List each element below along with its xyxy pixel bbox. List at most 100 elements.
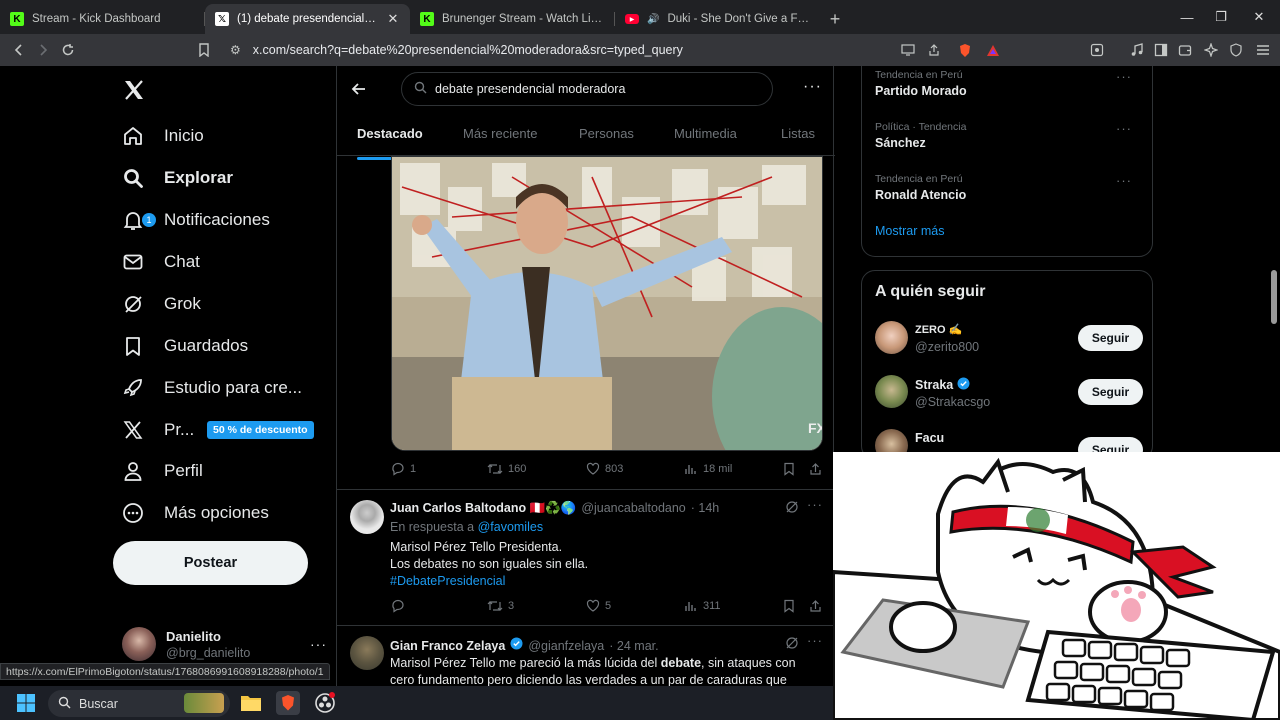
reload-button[interactable] (55, 37, 81, 63)
browser-tab[interactable]: ▶ 🔊 Duki - She Don't Give a FO (ft. Kh (615, 4, 820, 34)
follow-suggestion[interactable]: ZERO ✍️ @zerito800 Seguir (875, 321, 1143, 361)
browser-tab-active[interactable]: 𝕏 (1) debate presendencial moderad ✕ (205, 4, 410, 34)
nav-item-grok[interactable]: Grok (120, 284, 201, 324)
more-icon[interactable]: ··· (807, 497, 823, 512)
bookmark-button[interactable] (783, 599, 795, 613)
nav-item-chat[interactable]: Chat (120, 242, 200, 282)
menu-icon[interactable] (1250, 37, 1276, 63)
avatar[interactable] (350, 500, 384, 534)
leo-ai-icon[interactable] (1198, 37, 1224, 63)
more-icon[interactable]: ··· (803, 78, 822, 96)
close-tab-icon[interactable]: ✕ (386, 11, 400, 27)
x-logo-icon[interactable] (122, 78, 146, 107)
follow-button[interactable]: Seguir (1078, 325, 1143, 351)
close-window-button[interactable]: ✕ (1236, 0, 1280, 34)
tab-personas[interactable]: Personas (579, 126, 634, 141)
trend-item[interactable]: Tendencia en Perú Ronald Atencio ··· (875, 173, 1140, 202)
url-text[interactable]: x.com/search?q=debate%20presendencial%20… (253, 43, 683, 57)
nav-item-estudio[interactable]: Estudio para cre... (120, 368, 302, 408)
file-explorer-icon[interactable] (240, 693, 262, 718)
follow-suggestion[interactable]: Straka @Strakacsgo Seguir (875, 375, 1143, 415)
avatar[interactable] (350, 636, 384, 670)
media-icon[interactable] (1124, 37, 1150, 63)
share-icon[interactable] (921, 37, 947, 63)
avatar[interactable] (875, 375, 908, 408)
search-input[interactable]: debate presendencial moderadora (401, 72, 773, 106)
share-button[interactable] (809, 462, 822, 476)
account-name[interactable]: Straka (915, 378, 953, 392)
more-icon[interactable]: ··· (310, 636, 327, 652)
tab-mas-reciente[interactable]: Más reciente (463, 126, 537, 141)
author-handle[interactable]: @juancabaltodano (581, 501, 685, 516)
like-button[interactable]: 5 (586, 599, 611, 613)
account-handle[interactable]: @Strakacsgo (915, 395, 990, 409)
follow-button[interactable]: Seguir (1078, 379, 1143, 405)
share-button[interactable] (809, 599, 822, 613)
account-name[interactable]: ZERO ✍️ (915, 323, 962, 336)
reply-to-link[interactable]: @favomiles (478, 520, 544, 534)
vpn-icon[interactable] (1223, 37, 1249, 63)
hashtag-link[interactable]: #DebatePresidencial (390, 573, 588, 590)
account-switcher[interactable]: Danielito @brg_danielito ··· (122, 624, 327, 664)
back-button[interactable] (6, 37, 32, 63)
more-icon[interactable]: ··· (1116, 69, 1132, 84)
author-handle[interactable]: @gianfzelaya (528, 639, 604, 653)
retweet-button[interactable]: 3 (487, 599, 514, 613)
tab-destacado[interactable]: Destacado (357, 126, 423, 160)
scrollbar-thumb[interactable] (1271, 270, 1277, 324)
browser-tab[interactable]: K Brunenger Stream - Watch Live on Ki (410, 4, 615, 34)
reply-button[interactable] (391, 599, 410, 613)
screenshot-icon[interactable] (1084, 37, 1110, 63)
nav-item-notificaciones[interactable]: 1 Notificaciones (120, 200, 270, 240)
brave-browser-icon[interactable] (276, 691, 300, 715)
cast-icon[interactable] (895, 37, 921, 63)
grok-icon[interactable] (785, 636, 799, 655)
taskbar-search[interactable]: Buscar (48, 690, 230, 717)
nav-item-explorar[interactable]: Explorar (120, 158, 233, 198)
more-icon[interactable]: ··· (1116, 121, 1132, 136)
address-bar[interactable]: ⚙ x.com/search?q=debate%20presendencial%… (222, 37, 1012, 63)
bookmark-button[interactable] (783, 462, 795, 476)
nav-item-mas-opciones[interactable]: Más opciones (120, 493, 269, 533)
windows-start-icon[interactable] (17, 694, 35, 717)
retweet-button[interactable]: 160 (487, 462, 526, 476)
nav-item-perfil[interactable]: Perfil (120, 451, 203, 491)
tweet[interactable]: Juan Carlos Baltodano 🇵🇪♻️🌎 @juancabalto… (337, 489, 835, 625)
forward-button[interactable] (30, 37, 56, 63)
views-button[interactable]: 18 mil (684, 462, 732, 476)
post-button[interactable]: Postear (113, 541, 308, 585)
tweet-media-image[interactable]: FX (391, 156, 823, 451)
back-arrow-icon[interactable] (351, 81, 367, 102)
reply-button[interactable]: 1 (391, 462, 416, 476)
premium-discount-badge[interactable]: 50 % de descuento (207, 421, 314, 439)
account-name[interactable]: Facu (915, 431, 944, 445)
browser-tab[interactable]: K Stream - Kick Dashboard (0, 4, 205, 34)
search-query[interactable]: debate presendencial moderadora (435, 82, 625, 96)
tweet-time[interactable]: · 14h (691, 501, 720, 516)
brave-shields-icon[interactable] (952, 37, 978, 63)
avatar[interactable] (875, 321, 908, 354)
tweet-time[interactable]: · 24 mar. (609, 639, 658, 653)
trend-item[interactable]: Tendencia en Perú Partido Morado ··· (875, 69, 1140, 98)
more-icon[interactable]: ··· (1116, 173, 1132, 188)
nav-item-premium[interactable]: Pr... (120, 410, 194, 450)
bookmark-page-button[interactable] (191, 37, 217, 63)
trend-item[interactable]: Política · Tendencia Sánchez ··· (875, 121, 1140, 150)
more-icon[interactable]: ··· (807, 633, 823, 648)
wallet-icon[interactable] (1172, 37, 1198, 63)
obs-app-icon[interactable] (314, 692, 336, 719)
author-name[interactable]: Juan Carlos Baltodano 🇵🇪♻️🌎 (390, 501, 576, 516)
show-more-link[interactable]: Mostrar más (875, 224, 944, 238)
grok-icon[interactable] (785, 500, 799, 519)
tweet[interactable]: Gian Franco Zelaya @gianfzelaya · 24 mar… (337, 625, 835, 686)
author-name[interactable]: Gian Franco Zelaya (390, 639, 505, 653)
nav-item-guardados[interactable]: Guardados (120, 326, 248, 366)
new-tab-button[interactable]: + (820, 4, 850, 34)
account-handle[interactable]: @zerito800 (915, 340, 979, 354)
views-button[interactable]: 311 (684, 599, 721, 613)
brave-rewards-icon[interactable] (980, 37, 1006, 63)
sidebar-icon[interactable] (1148, 37, 1174, 63)
like-button[interactable]: 803 (586, 462, 623, 476)
tab-listas[interactable]: Listas (781, 126, 815, 141)
site-settings-icon[interactable]: ⚙ (230, 43, 241, 57)
